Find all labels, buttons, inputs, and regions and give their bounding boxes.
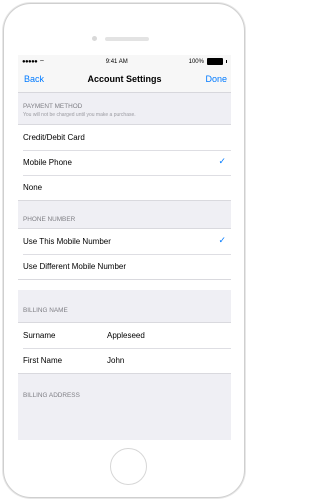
first-name-field[interactable]: First Name John xyxy=(18,348,231,373)
payment-option-none[interactable]: None xyxy=(18,175,231,200)
battery-icon xyxy=(206,58,223,65)
account-settings-screen: ●●●●● ⌔ 9:41 AM 100% Back Account Settin… xyxy=(18,55,231,440)
payment-option-label: Credit/Debit Card xyxy=(23,133,85,142)
cell-signal: ●●●●● xyxy=(22,58,38,65)
phone-option-label: Use This Mobile Number xyxy=(23,237,111,246)
billing-name-group: Surname Appleseed First Name John xyxy=(18,322,231,374)
navigation-bar: Back Account Settings Done xyxy=(18,68,231,93)
checkmark-icon: ✓ xyxy=(218,235,226,245)
home-button[interactable] xyxy=(110,448,147,485)
phone-number-group: Use This Mobile Number ✓ Use Different M… xyxy=(18,228,231,280)
phone-option-label: Use Different Mobile Number xyxy=(23,262,127,271)
wifi-icon: ⌔ xyxy=(39,59,45,66)
phone-option-different-number[interactable]: Use Different Mobile Number xyxy=(18,254,231,279)
front-camera xyxy=(92,36,97,41)
surname-field[interactable]: Surname Appleseed xyxy=(18,323,231,348)
battery-percent: 100% xyxy=(188,58,204,65)
phone-option-this-number[interactable]: Use This Mobile Number ✓ xyxy=(18,229,231,254)
section-gap xyxy=(18,280,231,290)
first-name-label: First Name xyxy=(23,356,63,365)
payment-method-group: Credit/Debit Card Mobile Phone ✓ None xyxy=(18,124,231,201)
done-button[interactable]: Done xyxy=(205,74,227,84)
payment-option-mobile-phone[interactable]: Mobile Phone ✓ xyxy=(18,150,231,175)
phone-number-header: PHONE NUMBER xyxy=(23,216,76,223)
payment-method-header: PAYMENT METHOD xyxy=(23,103,83,110)
payment-option-label: Mobile Phone xyxy=(23,158,72,167)
payment-option-label: None xyxy=(23,183,43,192)
billing-name-header: BILLING NAME xyxy=(23,307,68,314)
earpiece-speaker xyxy=(105,37,149,41)
surname-label: Surname xyxy=(23,331,56,340)
status-bar: ●●●●● ⌔ 9:41 AM 100% xyxy=(18,55,231,68)
status-time: 9:41 AM xyxy=(105,58,128,65)
payment-option-credit-debit[interactable]: Credit/Debit Card xyxy=(18,125,231,150)
checkmark-icon: ✓ xyxy=(218,156,226,166)
billing-address-header: BILLING ADDRESS xyxy=(23,392,80,399)
first-name-value[interactable]: John xyxy=(107,356,124,365)
surname-value[interactable]: Appleseed xyxy=(107,331,145,340)
battery-tip-icon xyxy=(225,60,227,63)
page-title: Account Settings xyxy=(87,74,162,84)
